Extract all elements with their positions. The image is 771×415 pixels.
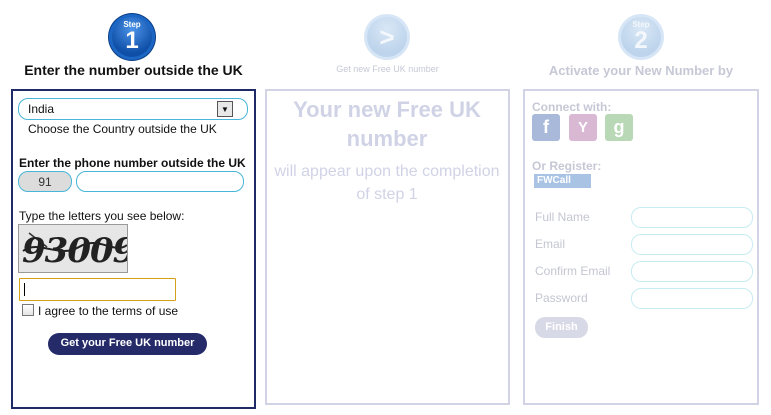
country-code-field: 91	[18, 171, 72, 192]
step2-badge-number: 2	[634, 27, 648, 54]
get-number-button[interactable]: Get your Free UK number	[48, 333, 207, 355]
confirm-email-label: Confirm Email	[535, 264, 611, 278]
text-caret	[24, 283, 25, 296]
phone-number-input[interactable]	[76, 171, 244, 192]
yahoo-icon[interactable]: Y	[569, 114, 597, 141]
password-input[interactable]	[631, 288, 753, 309]
finish-button[interactable]: Finish	[535, 317, 588, 338]
google-icon-glyph: g	[613, 117, 625, 137]
country-select[interactable]: India ▼	[18, 98, 248, 120]
confirm-email-input[interactable]	[631, 261, 753, 282]
email-input[interactable]	[631, 234, 753, 255]
captcha-label: Type the letters you see below:	[19, 209, 185, 223]
arrow-icon: >	[379, 22, 395, 52]
step1-badge-inner: Step 1	[112, 17, 152, 57]
phone-label: Enter the phone number outside the UK	[19, 156, 246, 170]
country-select-value: India	[28, 102, 55, 116]
step1-badge: Step 1	[109, 14, 155, 60]
yahoo-icon-glyph: Y	[577, 119, 588, 136]
step1-badge-number: 1	[125, 27, 139, 54]
google-icon[interactable]: g	[605, 114, 633, 141]
step2-title: Activate your New Number by	[548, 63, 734, 78]
country-hint: Choose the Country outside the UK	[28, 122, 217, 136]
fwcall-logo: FWCall	[534, 174, 591, 188]
next-step-badge: >	[364, 14, 410, 60]
next-step-title: Get new Free UK number	[336, 64, 439, 74]
password-label: Password	[535, 291, 588, 305]
step2-badge: Step 2	[618, 14, 664, 60]
terms-checkbox[interactable]	[22, 304, 34, 316]
connect-label: Connect with:	[532, 100, 612, 114]
email-label: Email	[535, 237, 566, 251]
terms-label: I agree to the terms of use	[38, 304, 179, 318]
dropdown-arrow-icon[interactable]: ▼	[217, 101, 233, 117]
result-heading: Your new Free UK number	[293, 97, 481, 151]
full-name-input[interactable]	[631, 207, 753, 228]
step2-badge-inner: Step 2	[621, 17, 661, 57]
captcha-text: 93009	[22, 231, 128, 271]
register-label: Or Register:	[532, 159, 602, 173]
captcha-image: 93009	[18, 224, 128, 273]
facebook-icon[interactable]: f	[532, 114, 560, 141]
result-subtext: will appear upon the completion of step …	[274, 163, 500, 203]
full-name-label: Full Name	[535, 210, 590, 224]
facebook-icon-glyph: f	[543, 117, 549, 137]
next-step-badge-inner: >	[367, 17, 407, 57]
captcha-input[interactable]	[19, 278, 176, 301]
step1-title: Enter the number outside the UK	[24, 62, 243, 78]
